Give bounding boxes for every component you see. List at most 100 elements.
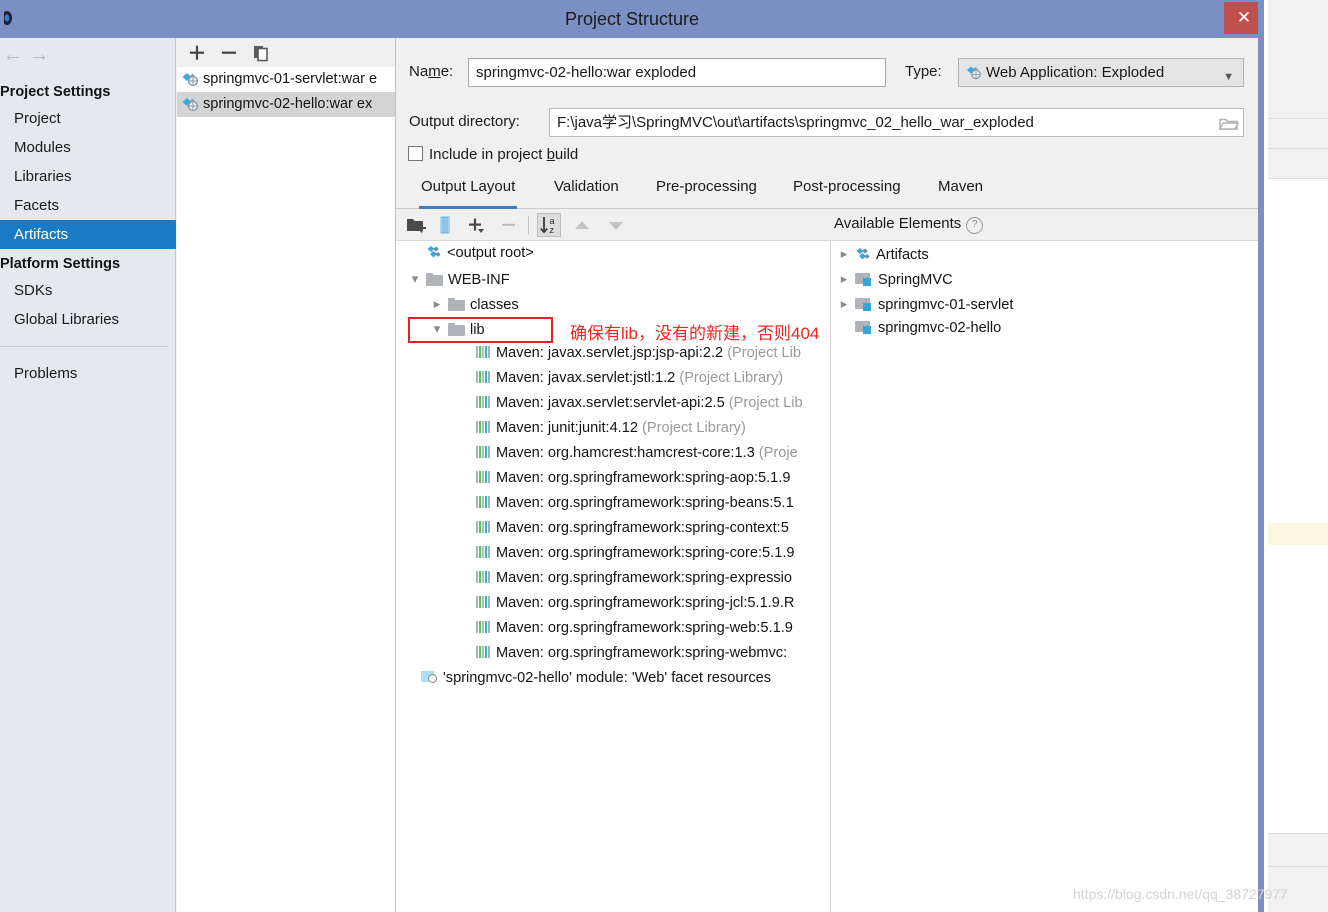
twisty-right-icon[interactable]: ▸ (833, 266, 855, 291)
nav-arrows: ← → (0, 38, 176, 72)
tree-node-suffix: (Project Lib (727, 345, 801, 361)
remove-element-button[interactable] (497, 213, 521, 237)
browse-folder-icon[interactable] (1218, 116, 1240, 134)
tree-node-library[interactable]: Maven: org.springframework:spring-webmvc… (396, 641, 830, 666)
tree-node-suffix: (Project Library) (679, 370, 784, 386)
tree-node-label: Maven: org.springframework:spring-beans:… (496, 495, 794, 511)
tree-node-library[interactable]: Maven: org.springframework:spring-web:5.… (396, 616, 830, 641)
sidebar-item-artifacts[interactable]: Artifacts (0, 220, 176, 249)
artifact-list-toolbar (177, 38, 395, 67)
tree-node-label: Maven: org.springframework:spring-expres… (496, 570, 793, 586)
list-item[interactable]: springmvc-02-hello:war ex (177, 92, 395, 117)
tab-post-processing[interactable]: Post-processing (791, 170, 903, 209)
twisty-right-icon[interactable]: ▸ (833, 291, 855, 316)
sidebar-group-project-settings: Project Settings (0, 84, 111, 100)
tree-node-library[interactable]: Maven: org.springframework:spring-beans:… (396, 491, 830, 516)
tree-node-label: WEB-INF (448, 272, 510, 288)
sidebar-item-facets[interactable]: Facets (0, 191, 176, 220)
tree-node-label: lib (470, 322, 485, 338)
tree-node-library[interactable]: Maven: org.springframework:spring-aop:5.… (396, 466, 830, 491)
tree-node-springmvc[interactable]: ▸ SpringMVC (831, 266, 1258, 291)
sidebar-item-sdks[interactable]: SDKs (0, 276, 176, 305)
move-down-button[interactable] (604, 213, 628, 237)
artifact-diamond-icon (855, 245, 871, 260)
output-directory-input[interactable]: F:\java学习\SpringMVC\out\artifacts\spring… (549, 108, 1244, 137)
tree-node-library[interactable]: Maven: javax.servlet.jsp:jsp-api:2.2 (Pr… (396, 341, 830, 366)
tree-node-artifacts[interactable]: ▸ Artifacts (831, 241, 1258, 266)
module-folder-icon (855, 297, 873, 311)
tab-pre-processing[interactable]: Pre-processing (654, 170, 759, 209)
sidebar-item-modules[interactable]: Modules (0, 133, 176, 162)
maven-jar-icon (476, 493, 491, 508)
tree-node-library[interactable]: Maven: org.springframework:spring-contex… (396, 516, 830, 541)
name-input[interactable]: springmvc-02-hello:war exploded (468, 58, 886, 87)
dialog-titlebar: Project Structure ✕ (0, 0, 1264, 38)
tree-node-library[interactable]: Maven: javax.servlet:jstl:1.2 (Project L… (396, 366, 830, 391)
back-arrow-icon[interactable]: ← (0, 44, 26, 65)
sort-alphabetically-button[interactable]: a z (537, 213, 561, 237)
copy-artifact-button[interactable] (249, 41, 273, 64)
twisty-down-icon[interactable]: ▾ (426, 316, 448, 341)
add-copy-of-button[interactable] (464, 213, 488, 237)
tree-node-library[interactable]: Maven: org.springframework:spring-core:5… (396, 541, 830, 566)
tree-node-facet-resources[interactable]: 'springmvc-02-hello' module: 'Web' facet… (396, 666, 830, 691)
list-item[interactable]: springmvc-01-servlet:war e (177, 67, 395, 92)
bg-editor-area (1268, 179, 1328, 523)
add-artifact-button[interactable] (185, 41, 209, 64)
svg-text:z: z (550, 225, 555, 235)
tree-node-library[interactable]: Maven: org.hamcrest:hamcrest-core:1.3 (P… (396, 441, 830, 466)
tree-node-library[interactable]: Maven: junit:junit:4.12 (Project Library… (396, 416, 830, 441)
help-icon[interactable]: ? (966, 217, 984, 234)
create-directory-button[interactable] (404, 213, 428, 237)
folder-icon (426, 273, 443, 286)
sidebar-item-global-libraries[interactable]: Global Libraries (0, 305, 176, 334)
maven-jar-icon (476, 393, 491, 408)
artifact-war-icon (181, 70, 203, 87)
tree-node-classes[interactable]: ▸ classes (396, 291, 830, 316)
tree-node-label: springmvc-02-hello (878, 320, 1002, 336)
bg-highlight-line (1268, 523, 1328, 545)
folder-icon (448, 298, 465, 311)
tree-node-library[interactable]: Maven: org.springframework:spring-jcl:5.… (396, 591, 830, 616)
twisty-right-icon[interactable]: ▸ (426, 291, 448, 316)
tree-node-web-inf[interactable]: ▾ WEB-INF (396, 266, 830, 291)
sidebar-item-problems[interactable]: Problems (0, 359, 176, 388)
forward-arrow-icon[interactable]: → (26, 44, 52, 65)
output-directory-label: Output directory: (409, 113, 520, 130)
tree-node-library[interactable]: Maven: javax.servlet:servlet-api:2.5 (Pr… (396, 391, 830, 416)
tree-node-label: Maven: org.hamcrest:hamcrest-core:1.3 (496, 445, 755, 461)
annotation-text: 确保有lib，没有的新建，否则404 (570, 324, 820, 343)
type-select[interactable]: Web Application: Exploded ▼ (958, 58, 1244, 87)
tree-node-label: Maven: junit:junit:4.12 (496, 420, 638, 436)
artifact-list-panel: springmvc-01-servlet:war e springmvc-02-… (177, 38, 396, 912)
sidebar-item-libraries[interactable]: Libraries (0, 162, 176, 191)
maven-jar-icon (476, 618, 491, 633)
tab-maven[interactable]: Maven (936, 170, 985, 209)
tree-node-springmvc-01-servlet[interactable]: ▸ springmvc-01-servlet (831, 291, 1258, 316)
tree-node-library[interactable]: Maven: org.springframework:spring-expres… (396, 566, 830, 591)
include-in-build-checkbox[interactable]: Include in project build (408, 146, 578, 163)
module-folder-icon (855, 320, 873, 334)
watermark: https://blog.csdn.net/qq_38727977 (1073, 886, 1288, 902)
move-up-button[interactable] (570, 213, 594, 237)
tree-node-label: <output root> (447, 245, 534, 261)
tree-node-output-root[interactable]: <output root> (396, 241, 830, 266)
tree-node-springmvc-02-hello[interactable]: springmvc-02-hello (831, 316, 1258, 341)
sidebar-divider (0, 346, 168, 347)
artifact-name: springmvc-01-servlet:war e (203, 71, 378, 87)
available-elements-tree: ▸ Artifacts ▸ SpringMVC ▸ springmvc-01-ser… (831, 241, 1258, 912)
tree-node-label: Maven: org.springframework:spring-contex… (496, 520, 789, 536)
create-archive-button[interactable] (433, 213, 457, 237)
twisty-down-icon[interactable]: ▾ (404, 266, 426, 291)
artifact-name: springmvc-02-hello:war ex (203, 96, 373, 112)
twisty-right-icon[interactable]: ▸ (833, 241, 855, 266)
remove-artifact-button[interactable] (217, 41, 241, 64)
tree-node-label: Maven: org.springframework:spring-web:5.… (496, 620, 793, 636)
sidebar-item-project[interactable]: Project (0, 104, 176, 133)
type-label: Type: (905, 63, 942, 80)
tab-output-layout[interactable]: Output Layout (419, 170, 518, 209)
bg-editor-area-2 (1268, 545, 1328, 833)
tree-node-label: springmvc-01-servlet (878, 297, 1014, 313)
dialog-frame-right (1258, 0, 1264, 912)
tab-validation[interactable]: Validation (552, 170, 621, 209)
